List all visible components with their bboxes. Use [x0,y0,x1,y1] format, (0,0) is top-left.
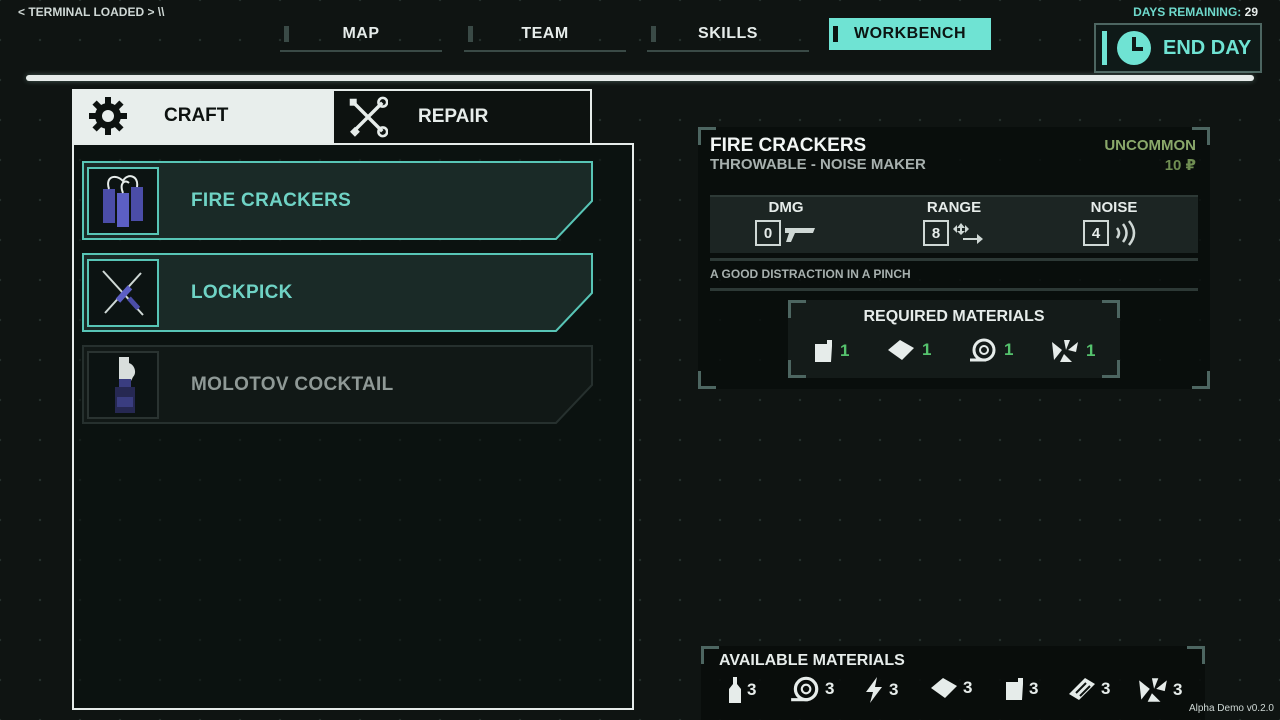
range-icon [953,223,983,244]
tab-notch [284,26,289,42]
tab-skills[interactable]: SKILLS [647,18,809,52]
recipe-item-fire-crackers[interactable]: FIRE CRACKERS [82,161,594,241]
material-count: 1 [1004,340,1014,359]
tab-notch [651,26,656,42]
material-count: 1 [1086,341,1096,360]
tab-craft[interactable]: CRAFT [72,89,332,143]
end-day-label: END DAY [1163,36,1252,59]
available-materials-title: AVAILABLE MATERIALS [719,652,905,669]
material-count: 3 [889,680,899,699]
item-title: FIRE CRACKERS [710,135,867,156]
tab-skills-label: SKILLS [698,25,758,42]
canister-icon [1006,678,1023,700]
tab-notch [833,26,838,42]
clock-icon [1117,31,1151,65]
stat-label: DMG [768,199,804,216]
end-day-button[interactable]: END DAY [1094,23,1262,73]
tab-craft-label: CRAFT [164,105,229,126]
required-material: 1 [1050,338,1095,364]
material-count: 1 [840,341,850,360]
required-material: 1 [968,338,1013,362]
rope-icon [970,338,996,362]
gun-icon [785,228,815,242]
tab-notch [468,26,473,42]
recipe-item-lockpick[interactable]: LOCKPICK [82,253,594,333]
tab-repair[interactable]: REPAIR [332,89,592,143]
end-day-accent-bar [1102,31,1107,65]
required-material: 1 [812,338,849,364]
available-material: 3 [929,676,972,700]
item-price: 10 ₽ [1164,157,1196,174]
molotov-icon [87,351,159,419]
scrap-icon [1139,678,1167,702]
recipe-name: FIRE CRACKERS [191,190,352,211]
available-material: 3 [1137,676,1182,704]
days-remaining: DAYS REMAINING: 29 [1133,5,1258,19]
fire-crackers-icon [87,167,159,235]
stat-value: 8 [923,220,949,246]
scrap-icon [1052,340,1078,362]
rope-icon [791,676,819,702]
material-count: 3 [1101,679,1111,698]
gear-icon [88,96,128,136]
material-count: 3 [963,678,973,697]
material-count: 3 [1173,680,1183,699]
item-subtitle: THROWABLE - NOISE MAKER [710,156,926,173]
version-label: Alpha Demo v0.2.0 [1188,703,1274,714]
wrench-screwdriver-icon [348,96,388,138]
available-material: 3 [727,676,756,704]
material-count: 3 [747,680,757,699]
item-rarity: UNCOMMON [1104,137,1196,154]
days-remaining-label: DAYS REMAINING: [1133,5,1242,19]
header-divider [26,75,1254,81]
stat-label: RANGE [926,199,982,216]
item-stats: DMG 0 RANGE 8 NOISE 4 [710,195,1198,253]
terminal-status-label: < TERMINAL LOADED > \\ [18,5,165,19]
available-material: 3 [863,676,898,704]
stat-damage: DMG 0 [726,197,846,246]
days-remaining-value: 29 [1244,5,1258,19]
stat-range: RANGE 8 [894,197,1014,246]
recipe-name: MOLOTOV COCKTAIL [191,374,394,395]
available-material: 3 [1003,676,1038,702]
tab-map-label: MAP [342,25,380,42]
tab-team[interactable]: TEAM [464,18,626,52]
item-detail-panel: FIRE CRACKERS THROWABLE - NOISE MAKER UN… [698,127,1210,389]
stat-label: NOISE [1090,199,1138,216]
canister-icon [815,340,832,362]
electric-icon [866,677,882,703]
tape-icon [1069,678,1095,700]
recipe-item-molotov-cocktail[interactable]: MOLOTOV COCKTAIL [82,345,594,425]
cloth-icon [888,340,914,360]
available-materials: AVAILABLE MATERIALS 3 3 3 3 3 3 3 [701,646,1205,720]
material-count: 3 [1029,679,1039,698]
required-material: 1 [886,338,931,362]
available-material: 3 [789,676,834,702]
tab-workbench-label: WORKBENCH [853,25,967,42]
detail-divider [710,288,1198,291]
material-count: 3 [825,679,835,698]
stat-value: 0 [755,220,781,246]
noise-icon [1115,220,1136,246]
detail-divider [710,258,1198,261]
tab-repair-label: REPAIR [418,106,489,127]
tab-workbench[interactable]: WORKBENCH [829,18,991,50]
recipe-list: FIRE CRACKERS LOCKPICK MOLOTOV COCKTAIL [72,143,634,710]
required-materials: REQUIRED MATERIALS 1 1 1 1 [788,300,1120,378]
recipe-name: LOCKPICK [191,282,293,303]
item-description: A GOOD DISTRACTION IN A PINCH [710,267,911,281]
stat-noise: NOISE 4 [1054,197,1174,246]
tab-team-label: TEAM [521,25,569,42]
bottle-icon [729,677,741,703]
cloth-icon [931,678,957,698]
tab-map[interactable]: MAP [280,18,442,52]
available-material: 3 [1067,676,1110,702]
lockpick-icon [87,259,159,327]
material-count: 1 [922,340,932,359]
stat-value: 4 [1083,220,1109,246]
required-materials-title: REQUIRED MATERIALS [863,308,1045,325]
